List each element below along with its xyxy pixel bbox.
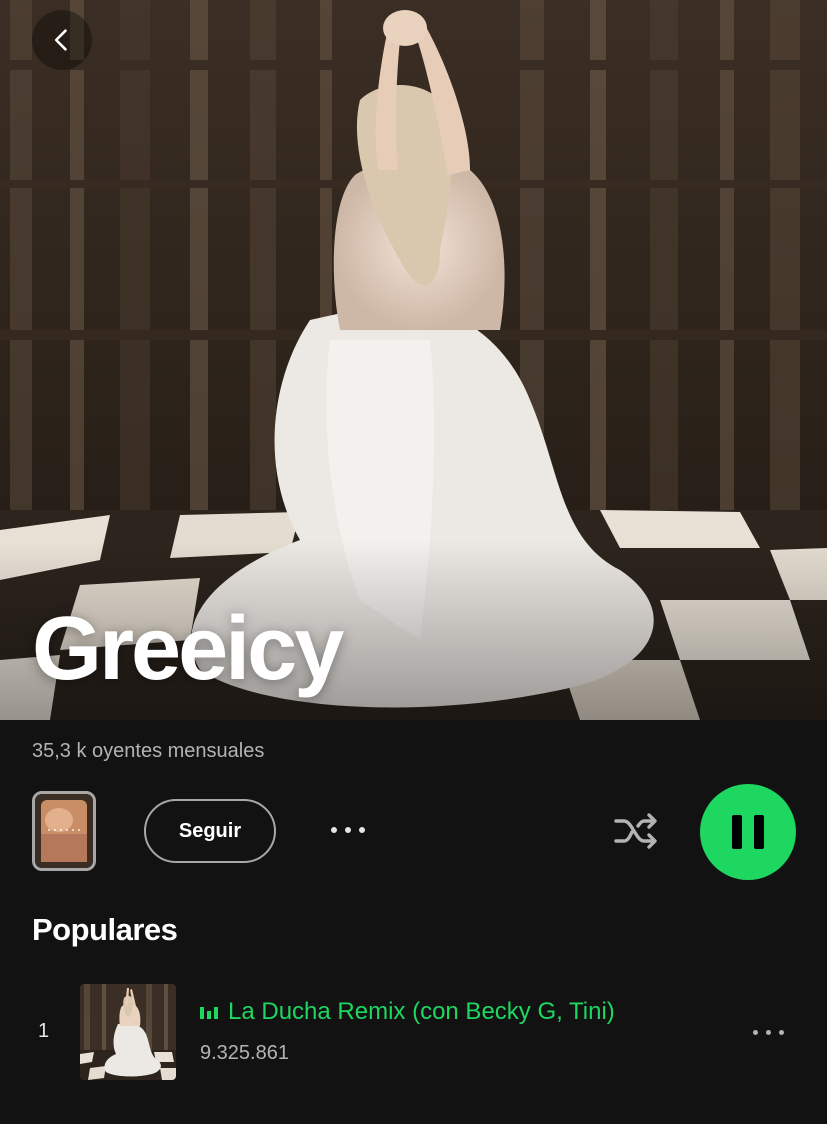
artist-thumbnail-image xyxy=(35,794,93,868)
back-button[interactable] xyxy=(32,10,92,70)
monthly-listeners: 35,3 k oyentes mensuales xyxy=(32,740,265,762)
artist-controls: Seguir xyxy=(0,780,827,880)
artist-thumbnail-button[interactable] xyxy=(32,791,96,871)
track-artwork xyxy=(80,984,176,1080)
pause-button[interactable] xyxy=(700,784,796,880)
follow-button[interactable]: Seguir xyxy=(144,799,276,863)
track-more-options-button[interactable] xyxy=(738,1012,798,1052)
equalizer-icon xyxy=(200,1005,218,1019)
more-horizontal-icon xyxy=(752,1029,758,1035)
track-row[interactable]: 1 La Ducha Remix (con Becky G, Tini) 9.3… xyxy=(0,982,827,1082)
track-title-group: La Ducha Remix (con Becky G, Tini) xyxy=(200,998,615,1026)
more-options-button[interactable] xyxy=(318,810,378,850)
more-horizontal-icon xyxy=(331,827,337,833)
chevron-left-icon xyxy=(54,29,67,51)
track-artwork-image xyxy=(80,984,176,1080)
track-play-count: 9.325.861 xyxy=(200,1042,289,1064)
track-title: La Ducha Remix (con Becky G, Tini) xyxy=(228,998,615,1025)
pause-icon xyxy=(732,815,742,849)
shuffle-button[interactable] xyxy=(606,804,666,858)
artist-header-image: Greeicy xyxy=(0,0,827,720)
artist-name: Greeicy xyxy=(32,599,344,699)
popular-section-title: Populares xyxy=(32,912,178,947)
shuffle-icon xyxy=(614,813,657,849)
track-number: 1 xyxy=(38,1020,50,1042)
